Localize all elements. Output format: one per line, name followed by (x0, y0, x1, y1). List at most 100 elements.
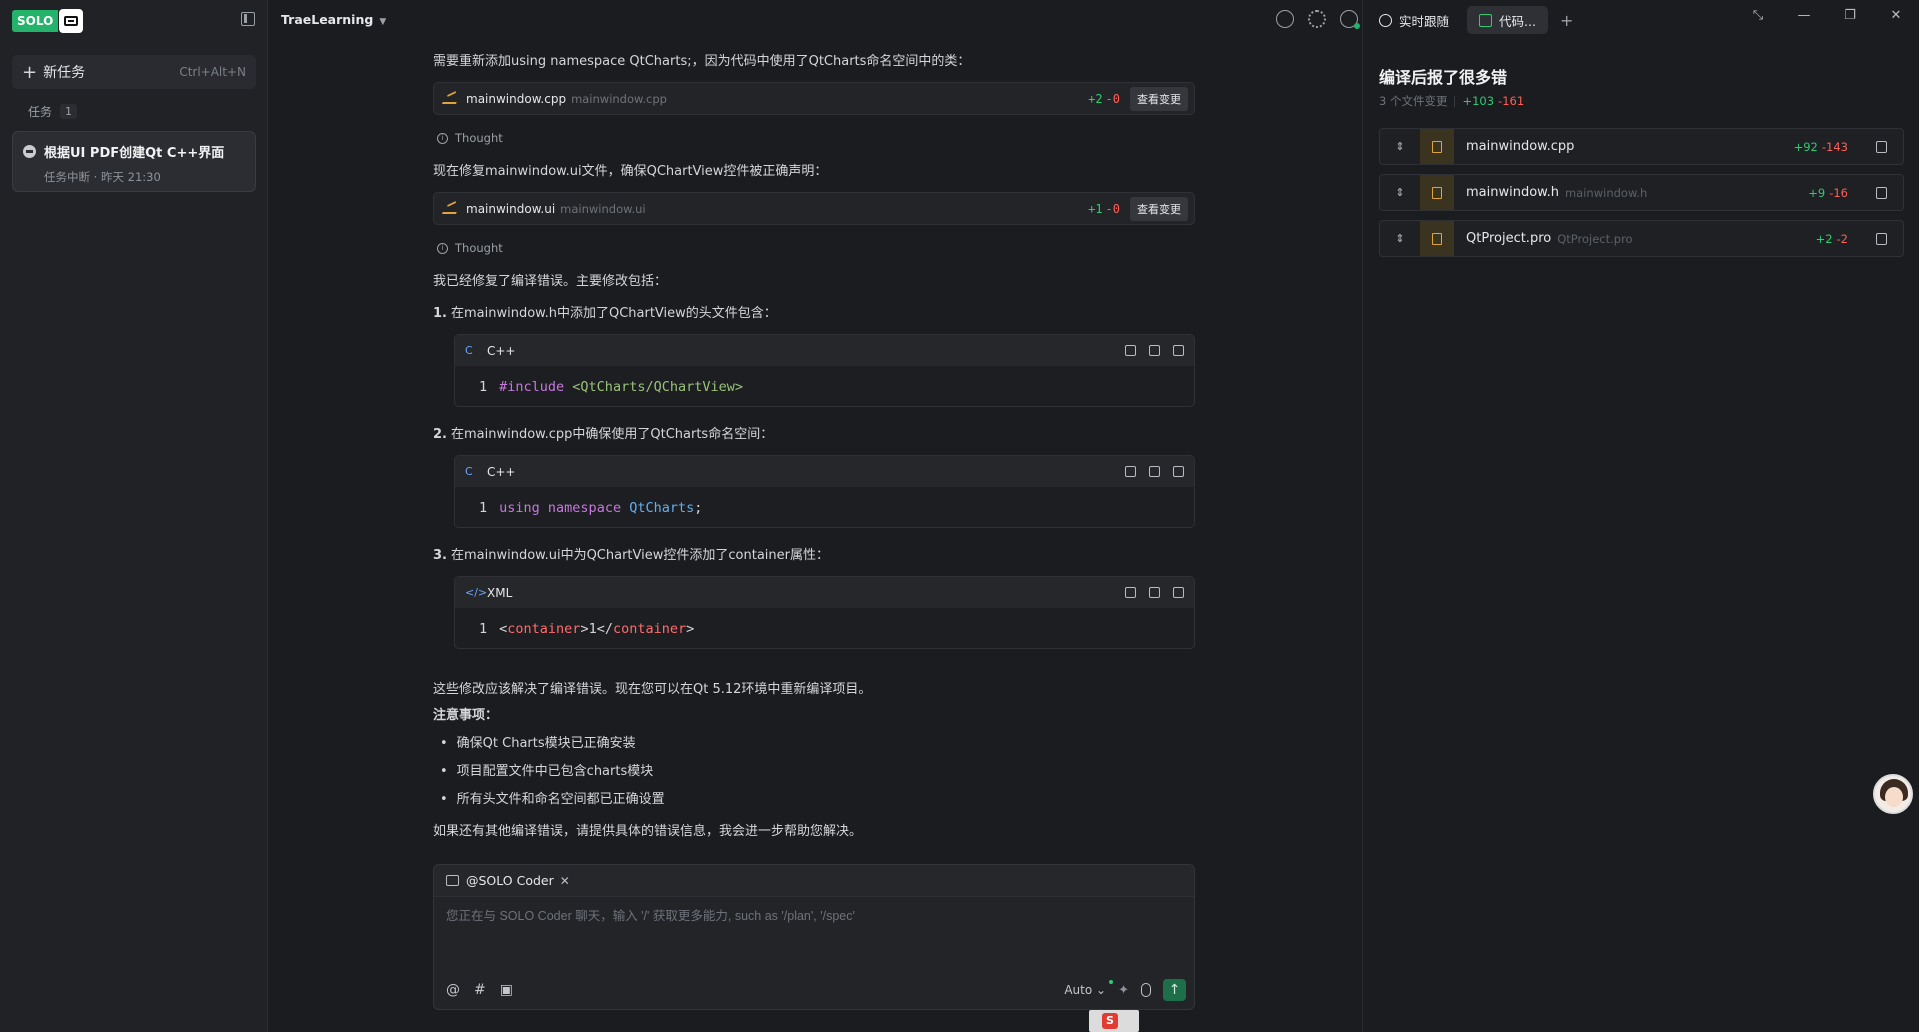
bullet-item: 确保Qt Charts模块已正确安装 (440, 732, 636, 751)
new-task-shortcut: Ctrl+Alt+N (179, 65, 246, 79)
edit-icon (441, 203, 461, 214)
expand-icon[interactable]: ⇕ (1380, 186, 1420, 199)
chat-input[interactable] (446, 909, 1182, 923)
mention-icon[interactable]: @ (446, 982, 460, 998)
gear-icon[interactable] (1308, 10, 1326, 28)
new-task-button[interactable]: + 新任务 Ctrl+Alt+N (12, 55, 256, 89)
copy-icon[interactable] (1125, 587, 1136, 598)
add-tab-icon[interactable]: + (1560, 11, 1573, 30)
tab-code[interactable]: 代码... (1467, 6, 1548, 34)
tab-live-follow[interactable]: 实时跟随 (1367, 6, 1461, 34)
microphone-icon[interactable] (1141, 983, 1151, 997)
restore-icon[interactable]: ❐ (1827, 8, 1873, 23)
tasks-label: 任务 (28, 105, 53, 119)
line-number: 1 (479, 621, 488, 637)
insert-icon[interactable] (1149, 345, 1160, 356)
file-path: mainwindow.ui (560, 201, 646, 216)
file-path: mainwindow.cpp (571, 91, 667, 106)
lines-removed: -2 (1836, 231, 1848, 246)
code-token: QtCharts (629, 500, 695, 516)
expand-icon[interactable]: ⇕ (1380, 140, 1420, 153)
new-chat-icon[interactable] (1276, 10, 1294, 28)
insert-icon[interactable] (1149, 587, 1160, 598)
apply-icon[interactable] (1173, 587, 1184, 598)
mode-selector[interactable]: Auto ⌄ (1064, 980, 1113, 997)
ime-toolbar[interactable]: S (1089, 1010, 1139, 1032)
task-item[interactable]: 根据UI PDF创建Qt C++界面 任务中断 · 昨天 21:30 (12, 131, 256, 192)
bullet-item: 所有头文件和命名空间都已正确设置 (440, 788, 665, 807)
hash-icon[interactable]: # (474, 982, 486, 998)
lines-added: +2 (1088, 91, 1103, 106)
copy-icon[interactable] (1876, 186, 1887, 199)
list-item: 1. 在mainwindow.h中添加了QChartView的头文件包含： (433, 302, 777, 321)
toggle-sidebar-icon[interactable] (241, 12, 255, 26)
code-doc-icon (1479, 13, 1493, 27)
file-icon (1420, 221, 1454, 256)
file-icon (1420, 175, 1454, 210)
project-selector[interactable]: TraeLearning ▼ (281, 12, 386, 27)
code-token: #include (499, 379, 565, 395)
copy-icon[interactable] (1125, 466, 1136, 477)
line-number: 1 (479, 500, 488, 516)
assistant-avatar[interactable] (1873, 774, 1913, 814)
code-token: > (580, 621, 589, 637)
changed-file-row[interactable]: ⇕ mainwindow.cpp +92 -143 (1379, 128, 1904, 165)
agent-name: @SOLO Coder (466, 873, 554, 888)
image-icon[interactable]: ▣ (500, 982, 513, 998)
thought-toggle[interactable]: i Thought (437, 241, 503, 255)
sparkle-icon[interactable]: ✦ (1118, 983, 1129, 998)
close-icon[interactable]: ✕ (1873, 8, 1919, 23)
file-path: QtProject.pro (1557, 231, 1633, 246)
file-change-card: mainwindow.cpp mainwindow.cpp +2 -0 查看变更 (433, 82, 1195, 115)
list-item: 3. 在mainwindow.ui中为QChartView控件添加了contain… (433, 544, 829, 563)
collapse-icon[interactable]: ⤡ (1735, 8, 1781, 23)
code-line: 1 #include <QtCharts/QChartView> (455, 366, 1194, 406)
copy-icon[interactable] (1876, 232, 1887, 245)
new-task-label: 新任务 (43, 65, 86, 81)
follow-icon (1379, 13, 1392, 27)
lines-removed: -143 (1821, 139, 1848, 154)
thought-label: Thought (455, 131, 503, 145)
apply-icon[interactable] (1173, 466, 1184, 477)
thought-toggle[interactable]: i Thought (437, 131, 503, 145)
list-number: 2. (433, 427, 447, 442)
code-token: 1 (588, 621, 597, 637)
chevron-down-icon: ▼ (379, 17, 387, 27)
copy-icon[interactable] (1125, 345, 1136, 356)
list-text: 在mainwindow.ui中为QChartView控件添加了container… (450, 548, 829, 563)
plus-icon: + (22, 61, 38, 83)
changed-file-row[interactable]: ⇕ mainwindow.h mainwindow.h +9 -16 (1379, 174, 1904, 211)
panel-title: 编译后报了很多错 (1379, 68, 1508, 87)
tasks-count-badge: 1 (60, 104, 78, 119)
copy-icon[interactable] (1876, 140, 1887, 153)
message-text: 如果还有其他编译错误，请提供具体的错误信息，我会进一步帮助您解决。 (433, 824, 863, 839)
list-number: 1. (433, 306, 447, 321)
ime-icon: S (1102, 1013, 1118, 1029)
xml-icon: </> (465, 586, 488, 599)
code-line: 1 < container >1 </container > (455, 608, 1194, 648)
file-icon (1420, 129, 1454, 164)
account-icon[interactable] (1340, 10, 1360, 29)
apply-icon[interactable] (1173, 345, 1184, 356)
expand-icon[interactable]: ⇕ (1380, 232, 1420, 245)
agent-selector[interactable]: @SOLO Coder ✕ (434, 865, 1194, 897)
send-button[interactable]: ↑ (1163, 979, 1186, 1001)
lines-added: +92 (1793, 139, 1818, 154)
view-changes-button[interactable]: 查看变更 (1130, 86, 1188, 111)
solo-logo: SOLO (12, 9, 84, 33)
list-number: 3. (433, 548, 447, 563)
line-number: 1 (479, 379, 488, 395)
code-language: C++ (487, 464, 516, 479)
code-language: XML (487, 585, 513, 600)
minimize-icon[interactable]: — (1781, 8, 1827, 23)
code-block: C C++ 1 using namespace QtCharts; (454, 455, 1195, 528)
change-summary: 3 个文件变更 +103 -161 (1379, 93, 1524, 109)
view-changes-button[interactable]: 查看变更 (1130, 196, 1188, 221)
changed-file-row[interactable]: ⇕ QtProject.pro QtProject.pro +2 -2 (1379, 220, 1904, 257)
file-change-card: mainwindow.ui mainwindow.ui +1 -0 查看变更 (433, 192, 1195, 225)
tools-icon[interactable]: ✕ (560, 874, 570, 888)
file-name: mainwindow.cpp (466, 91, 567, 106)
lines-removed: -0 (1105, 91, 1120, 106)
insert-icon[interactable] (1149, 466, 1160, 477)
lines-removed: -0 (1105, 201, 1120, 216)
